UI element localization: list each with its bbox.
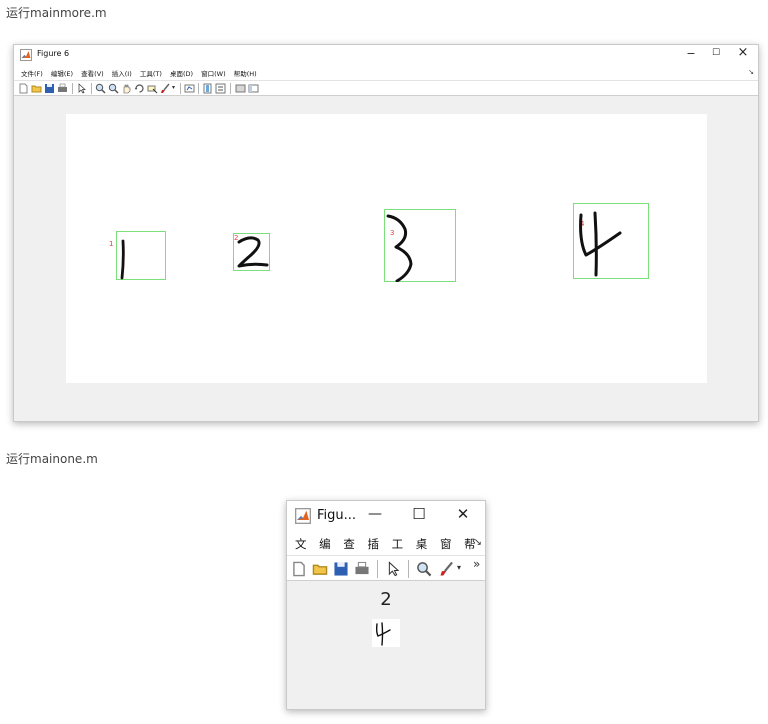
show-plot-tools-icon[interactable] <box>248 83 259 94</box>
digit-two-stroke <box>237 236 269 268</box>
maximize-button[interactable]: ☐ <box>407 505 431 523</box>
hide-plot-tools-icon[interactable] <box>235 83 246 94</box>
new-figure-icon[interactable] <box>291 561 307 577</box>
digit-four-thumbnail-stroke <box>375 622 391 646</box>
title-bar[interactable]: Figure 6 − ☐ × <box>14 45 758 66</box>
toolbar-separator <box>180 83 181 94</box>
zoom-in-icon[interactable] <box>416 561 432 577</box>
legend-icon[interactable] <box>215 83 226 94</box>
toolbar-separator <box>72 83 73 94</box>
title-bar[interactable]: Figu... — ☐ ✕ <box>287 501 485 531</box>
matlab-logo-icon <box>295 508 311 524</box>
colorbar-icon[interactable] <box>202 83 213 94</box>
menu-file[interactable]: 文 <box>295 536 307 552</box>
brush-dropdown-icon[interactable]: ▾ <box>172 84 175 91</box>
maximize-button[interactable]: ☐ <box>704 48 728 58</box>
recognition-result: 2 <box>380 589 392 610</box>
caption-mainone: 运行mainone.m <box>6 452 98 466</box>
menu-view[interactable]: 查看(V) <box>81 68 104 78</box>
menu-insert[interactable]: 插 <box>367 536 379 552</box>
save-icon[interactable] <box>333 561 349 577</box>
menu-tools[interactable]: 工 <box>392 536 404 552</box>
detection-label: 1 <box>109 240 114 248</box>
toolbar-overflow-icon[interactable]: » <box>473 557 480 571</box>
window-title: Figure 6 <box>37 49 70 58</box>
caption-mainmore: 运行mainmore.m <box>6 6 107 20</box>
open-file-icon[interactable] <box>31 83 42 94</box>
menu-window[interactable]: 窗口(W) <box>201 68 226 78</box>
zoom-in-icon[interactable] <box>95 83 106 94</box>
pointer-icon[interactable] <box>385 561 401 577</box>
toolbar-separator <box>377 560 378 578</box>
menu-desktop[interactable]: 桌 <box>416 536 428 552</box>
digit-four-stroke <box>579 211 622 277</box>
brush-icon[interactable] <box>160 83 171 94</box>
print-icon[interactable] <box>354 561 370 577</box>
menu-view[interactable]: 查 <box>343 536 355 552</box>
menu-desktop[interactable]: 桌面(D) <box>170 68 193 78</box>
link-plot-icon[interactable] <box>184 83 195 94</box>
menu-insert[interactable]: 插入(I) <box>112 68 132 78</box>
menu-tools[interactable]: 工具(T) <box>140 68 162 78</box>
open-file-icon[interactable] <box>312 561 328 577</box>
minimize-button[interactable]: − <box>679 47 703 60</box>
minimize-button[interactable]: — <box>363 506 387 522</box>
digit-thumbnail <box>372 619 400 647</box>
toolbar-separator <box>198 83 199 94</box>
new-figure-icon[interactable] <box>18 83 29 94</box>
toolbar-separator <box>230 83 231 94</box>
toolbar-separator <box>91 83 92 94</box>
figure-window-large: Figure 6 − ☐ × 文件(F) 编辑(E) 查看(V) 插入(I) 工… <box>13 44 759 422</box>
brush-dropdown-icon[interactable]: ▾ <box>457 563 461 572</box>
menu-file[interactable]: 文件(F) <box>21 68 43 78</box>
figure-toolbar: ▾ <box>14 80 758 96</box>
figure-window-small: Figu... — ☐ ✕ 文 编 查 插 工 桌 窗 帮 ↘ ▾ » 2 <box>286 500 486 710</box>
menu-help[interactable]: 帮助(H) <box>234 68 257 78</box>
menu-window[interactable]: 窗 <box>440 536 452 552</box>
matlab-logo-icon <box>20 49 32 61</box>
print-icon[interactable] <box>57 83 68 94</box>
close-button[interactable]: × <box>731 45 755 60</box>
toolbar-separator <box>408 560 409 578</box>
rotate-3d-icon[interactable] <box>134 83 145 94</box>
menu-bar: 文件(F) 编辑(E) 查看(V) 插入(I) 工具(T) 桌面(D) 窗口(W… <box>14 66 758 80</box>
zoom-out-icon[interactable] <box>108 83 119 94</box>
window-title: Figu... <box>317 508 357 523</box>
menu-edit[interactable]: 编辑(E) <box>51 68 73 78</box>
figure-canvas: 2 <box>287 581 485 709</box>
menu-bar: 文 编 查 插 工 桌 窗 帮 ↘ <box>287 531 485 555</box>
close-button[interactable]: ✕ <box>451 505 475 523</box>
save-icon[interactable] <box>44 83 55 94</box>
data-cursor-icon[interactable] <box>147 83 158 94</box>
menu-edit[interactable]: 编 <box>319 536 331 552</box>
figure-toolbar: ▾ » <box>287 555 485 581</box>
menu-overflow-icon[interactable]: ↘ <box>748 68 754 76</box>
digit-three-stroke <box>386 214 413 282</box>
digit-one-stroke <box>120 239 125 280</box>
pointer-icon[interactable] <box>76 83 87 94</box>
menu-overflow-icon[interactable]: ↘ <box>474 537 482 548</box>
figure-canvas: 1 2 3 4 <box>66 114 707 383</box>
brush-icon[interactable] <box>439 561 455 577</box>
pan-hand-icon[interactable] <box>121 83 132 94</box>
